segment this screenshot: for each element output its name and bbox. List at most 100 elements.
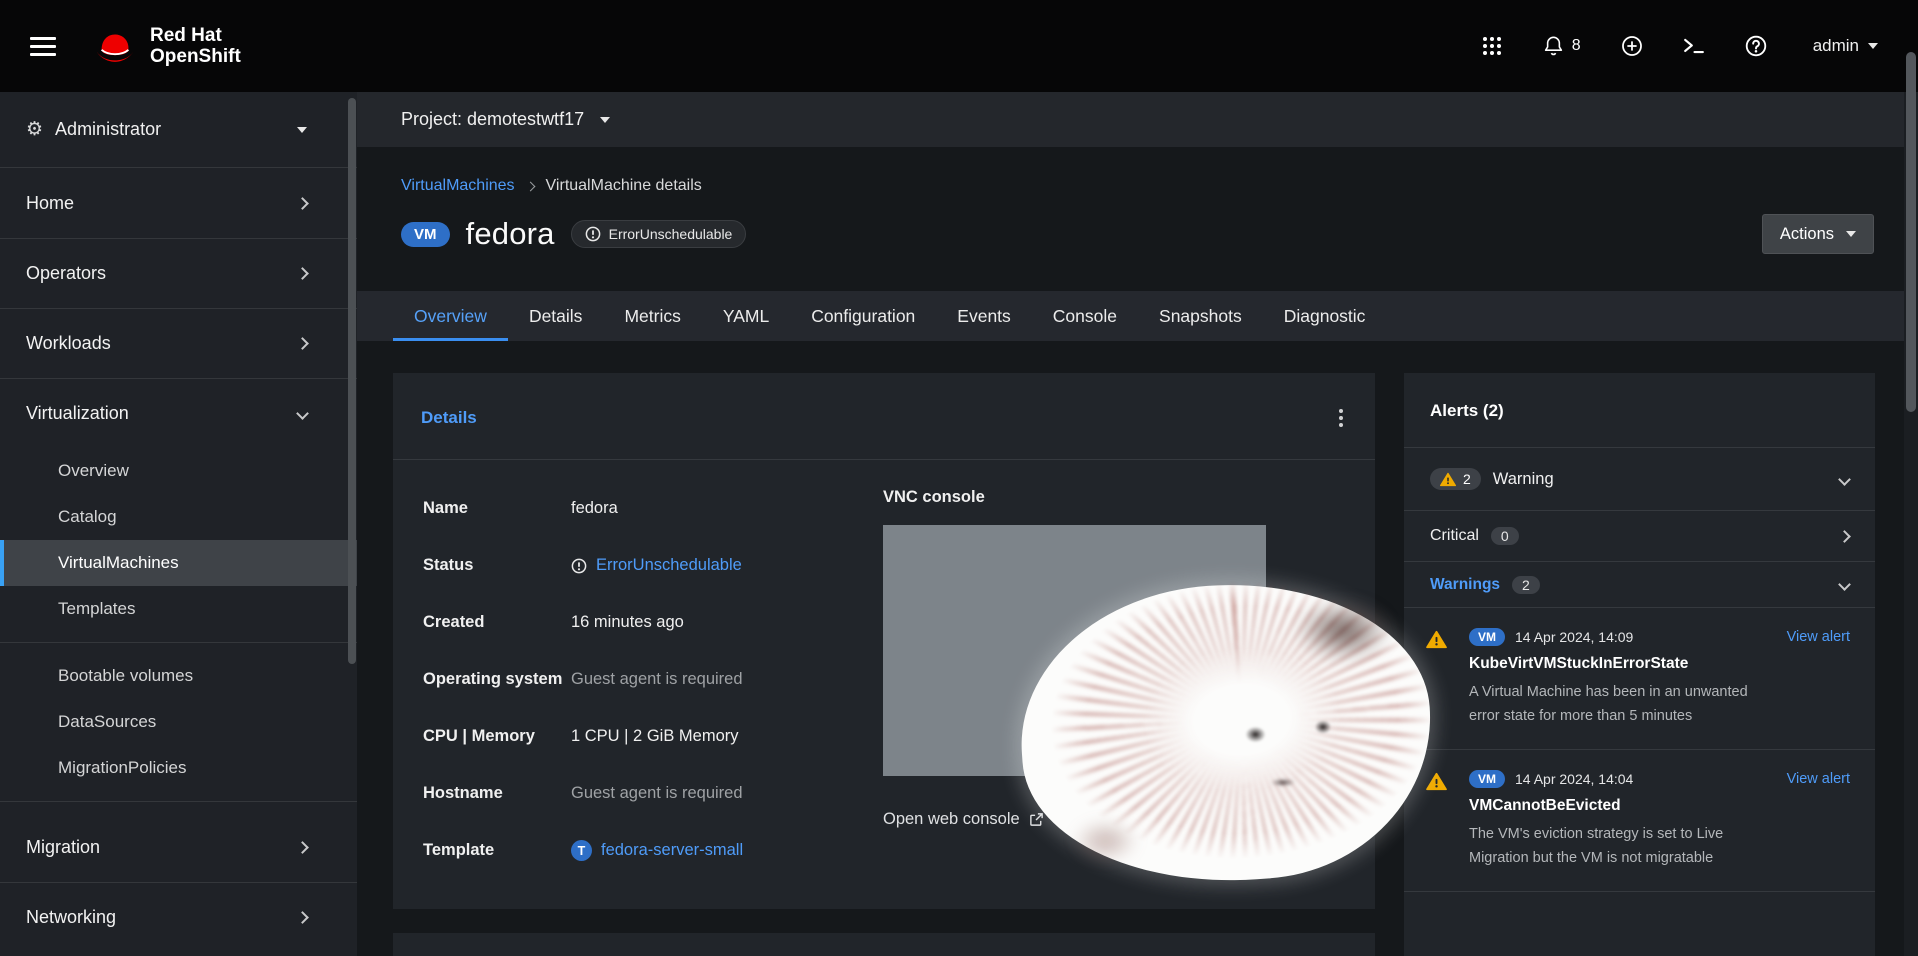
external-link-icon (1029, 812, 1044, 827)
actions-dropdown-button[interactable]: Actions (1762, 214, 1874, 254)
detail-row-operating-system: Operating system Guest agent is required (423, 651, 883, 708)
detail-value: 1 CPU | 2 GiB Memory (571, 727, 883, 746)
sidebar-item-virt-datasources[interactable]: DataSources (0, 699, 357, 745)
tab-configuration[interactable]: Configuration (790, 291, 936, 341)
details-list: Name fedora Status (423, 480, 883, 879)
sidebar-item-operators[interactable]: Operators (0, 238, 357, 308)
page-scroll-region: VirtualMachines VirtualMachine details V… (357, 147, 1918, 956)
utilization-card: Utilization (393, 933, 1375, 956)
sidebar-item-networking[interactable]: Networking (0, 882, 357, 952)
tab-details[interactable]: Details (508, 291, 604, 341)
sidebar-nav: ⚙ Administrator Home Operators Workloads… (0, 92, 357, 956)
alert-item: VM 14 Apr 2024, 14:04 View alert VMCanno… (1404, 750, 1875, 891)
tab-metrics[interactable]: Metrics (603, 291, 701, 341)
chevron-right-icon (525, 181, 535, 191)
sidebar-item-virt-templates[interactable]: Templates (0, 586, 357, 632)
perspective-switcher[interactable]: ⚙ Administrator (0, 92, 357, 168)
breadcrumb-current: VirtualMachine details (546, 177, 702, 195)
view-alert-link[interactable]: View alert (1787, 629, 1850, 645)
alert-title: VMCannotBeEvicted (1469, 797, 1850, 815)
sidebar-item-label: VirtualMachines (58, 553, 179, 573)
warnings-accordion-row[interactable]: Warnings 2 (1404, 562, 1875, 607)
alert-timestamp: 14 Apr 2024, 14:04 (1515, 771, 1633, 787)
sidebar-item-label: Catalog (58, 507, 117, 527)
redhat-openshift-logo: Red Hat OpenShift (92, 25, 241, 67)
vm-status-text: ErrorUnschedulable (609, 226, 733, 242)
sidebar-scrollbar[interactable] (348, 98, 356, 664)
alert-timestamp: 14 Apr 2024, 14:09 (1515, 629, 1633, 645)
sidebar-item-label: Operators (26, 263, 106, 284)
window-scrollbar[interactable] (1906, 52, 1916, 412)
caret-down-icon (600, 117, 610, 123)
user-menu[interactable]: admin (1813, 36, 1878, 56)
vnc-console-section: VNC console Open web console (883, 480, 1345, 879)
sidebar-item-migration[interactable]: Migration (0, 812, 357, 882)
tab-snapshots[interactable]: Snapshots (1138, 291, 1263, 341)
detail-label: Template (423, 841, 571, 860)
detail-label: Created (423, 613, 571, 632)
tab-events[interactable]: Events (936, 291, 1032, 341)
vm-status-badge[interactable]: ErrorUnschedulable (571, 220, 747, 248)
template-link[interactable]: fedora-server-small (601, 841, 743, 860)
alert-title: KubeVirtVMStuckInErrorState (1469, 655, 1850, 673)
open-web-console-link[interactable]: Open web console (883, 810, 1345, 829)
app-launcher-icon[interactable] (1481, 35, 1503, 57)
sidebar-divider (0, 642, 357, 643)
vnc-console-thumbnail[interactable] (883, 525, 1266, 776)
detail-row-status: Status ErrorUnschedulable (423, 537, 883, 594)
sidebar-item-virt-bootable-volumes[interactable]: Bootable volumes (0, 653, 357, 699)
sidebar-item-virt-overview[interactable]: Overview (0, 448, 357, 494)
sidebar-item-home[interactable]: Home (0, 168, 357, 238)
nav-toggle-icon[interactable] (30, 37, 56, 56)
chevron-down-icon (296, 407, 309, 420)
chevron-right-icon (1838, 530, 1851, 543)
sidebar-item-label: Bootable volumes (58, 666, 193, 686)
overview-right-column: Alerts (2) 2 (1404, 373, 1875, 956)
sidebar-item-label: DataSources (58, 712, 156, 732)
details-card-title[interactable]: Details (421, 408, 477, 428)
view-alert-link[interactable]: View alert (1787, 771, 1850, 787)
project-selector[interactable]: Project: demotestwtf17 (357, 92, 1918, 147)
warning-triangle-icon (1426, 630, 1447, 649)
tab-diagnostic[interactable]: Diagnostic (1263, 291, 1387, 341)
actions-label: Actions (1780, 225, 1834, 244)
notifications-button[interactable]: 8 (1543, 35, 1581, 57)
masthead: Red Hat OpenShift 8 (0, 0, 1918, 92)
tab-overview[interactable]: Overview (393, 291, 508, 341)
terminal-icon[interactable] (1683, 37, 1705, 55)
kebab-menu-icon[interactable] (1335, 405, 1347, 431)
warnings-label: Warnings (1430, 576, 1500, 594)
page-title: fedora (466, 216, 555, 252)
warning-triangle-icon (1440, 472, 1456, 487)
breadcrumb-virtualmachines-link[interactable]: VirtualMachines (401, 177, 515, 195)
warning-label: Warning (1493, 470, 1554, 489)
chevron-right-icon (296, 197, 309, 210)
warning-count-pill: 2 (1430, 468, 1481, 490)
alert-item: VM 14 Apr 2024, 14:09 View alert KubeVir… (1404, 608, 1875, 749)
exclamation-circle-icon (571, 558, 587, 574)
help-icon[interactable] (1745, 35, 1767, 57)
sidebar-item-label: Workloads (26, 333, 111, 354)
status-link[interactable]: ErrorUnschedulable (596, 556, 742, 575)
import-yaml-icon[interactable] (1621, 35, 1643, 57)
alerts-summary-row[interactable]: 2 Warning (1404, 448, 1875, 510)
tab-console[interactable]: Console (1032, 291, 1138, 341)
exclamation-circle-icon (585, 226, 601, 242)
caret-down-icon (1868, 43, 1878, 49)
sidebar-item-virtualization[interactable]: Virtualization (0, 378, 357, 448)
sidebar-item-virt-virtualmachines[interactable]: VirtualMachines (0, 540, 357, 586)
sidebar-item-workloads[interactable]: Workloads (0, 308, 357, 378)
caret-down-icon (297, 127, 307, 133)
detail-label: Status (423, 556, 571, 575)
warnings-count: 2 (1512, 576, 1540, 594)
vm-kind-badge: VM (1469, 770, 1505, 788)
brand-line1: Red Hat (150, 25, 241, 46)
sidebar-item-virt-catalog[interactable]: Catalog (0, 494, 357, 540)
detail-row-created: Created 16 minutes ago (423, 594, 883, 651)
open-web-console-label: Open web console (883, 810, 1020, 829)
tab-yaml[interactable]: YAML (702, 291, 790, 341)
alert-description: A Virtual Machine has been in an unwante… (1469, 681, 1764, 729)
sidebar-item-virt-migrationpolicies[interactable]: MigrationPolicies (0, 745, 357, 791)
critical-accordion-row[interactable]: Critical 0 (1404, 511, 1875, 561)
sidebar-item-label: Networking (26, 907, 116, 928)
